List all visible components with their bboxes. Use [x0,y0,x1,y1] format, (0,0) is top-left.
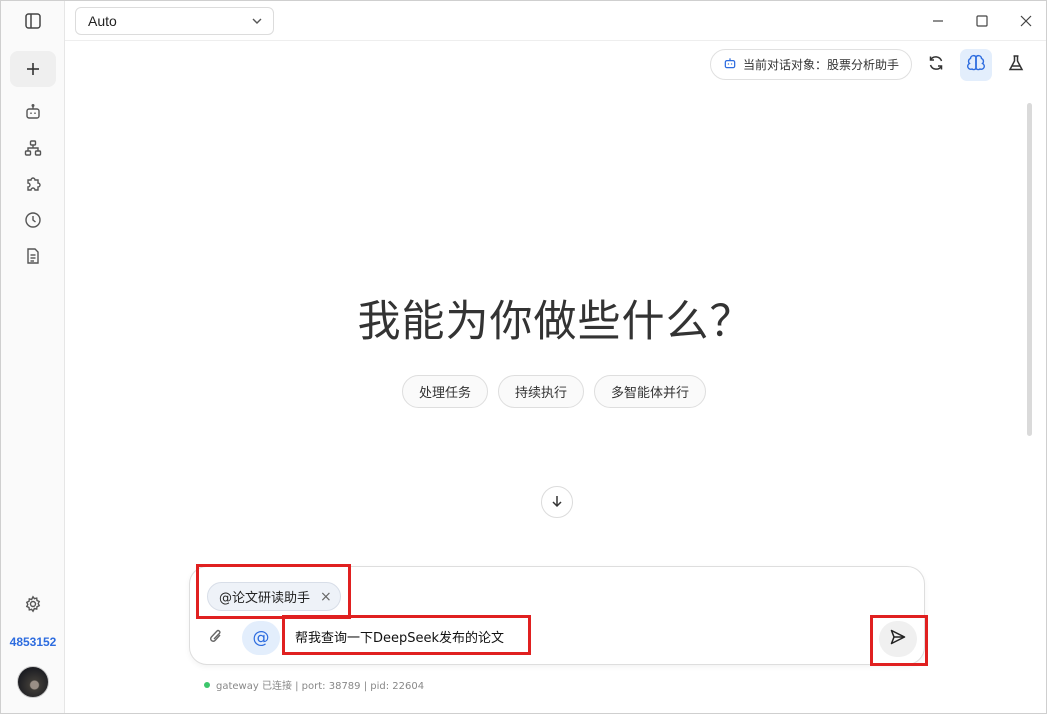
flask-icon [1007,54,1025,76]
annotation-box-mention [196,564,351,619]
arrow-down-icon [550,493,564,512]
brain-mode-button[interactable] [960,49,992,81]
sidebar-item-agents[interactable] [17,98,49,130]
brain-icon [967,54,985,76]
current-agent-button[interactable]: 当前对话对象：股票分析助手 [710,49,912,80]
lab-button[interactable] [1000,49,1032,81]
left-rail: 4853152 [1,1,65,713]
scrollbar[interactable] [1027,103,1032,436]
sidebar-item-workflow[interactable] [17,134,49,166]
attach-button[interactable] [203,623,229,653]
refresh-button[interactable] [920,49,952,81]
app-window: 4853152 Auto 当前对话对象：股票分析助手 我能为你做些什么？ 处理任… [0,0,1047,714]
settings-button[interactable] [17,590,49,622]
current-agent-label: 当前对话对象：股票分析助手 [743,58,900,72]
gear-icon [24,595,42,617]
model-select[interactable]: Auto [75,7,274,35]
status-dot-icon [204,681,210,688]
document-icon [24,247,42,269]
close-icon [1020,12,1032,31]
chip-multi-agent[interactable]: 多智能体并行 [594,375,707,408]
scroll-down-button[interactable] [541,486,573,518]
gateway-status: gateway 已连接 | port: 38789 | pid: 22604 [204,677,424,692]
network-icon [24,139,42,161]
suggestion-chips: 处理任务 持续执行 多智能体并行 [402,375,707,408]
sidebar-item-documents[interactable] [17,242,49,274]
model-select-value: Auto [88,13,117,29]
avatar[interactable] [17,666,49,698]
chip-process-task[interactable]: 处理任务 [402,375,489,408]
bot-icon [24,103,42,125]
sidebar-toggle-icon[interactable] [17,5,49,37]
user-id-label: 4853152 [9,635,57,649]
puzzle-icon [24,175,42,197]
title-bar: Auto [65,1,1046,41]
refresh-icon [927,54,945,76]
bot-icon [723,56,737,73]
chevron-down-icon [251,14,263,31]
clock-icon [24,211,42,233]
close-button[interactable] [1014,9,1038,33]
gateway-status-text: gateway 已连接 | port: 38789 | pid: 22604 [216,681,425,692]
new-chat-button[interactable] [10,51,56,87]
minimize-button[interactable] [926,9,950,33]
annotation-box-input [282,615,531,655]
paperclip-icon [208,627,224,649]
page-title: 我能为你做些什么？ [357,297,754,347]
annotation-box-send [870,615,928,666]
mention-button[interactable]: @ [242,621,280,655]
maximize-button[interactable] [970,9,994,33]
sidebar-item-history[interactable] [17,206,49,238]
chip-continuous-run[interactable]: 持续执行 [498,375,585,408]
sidebar-item-plugins[interactable] [17,170,49,202]
